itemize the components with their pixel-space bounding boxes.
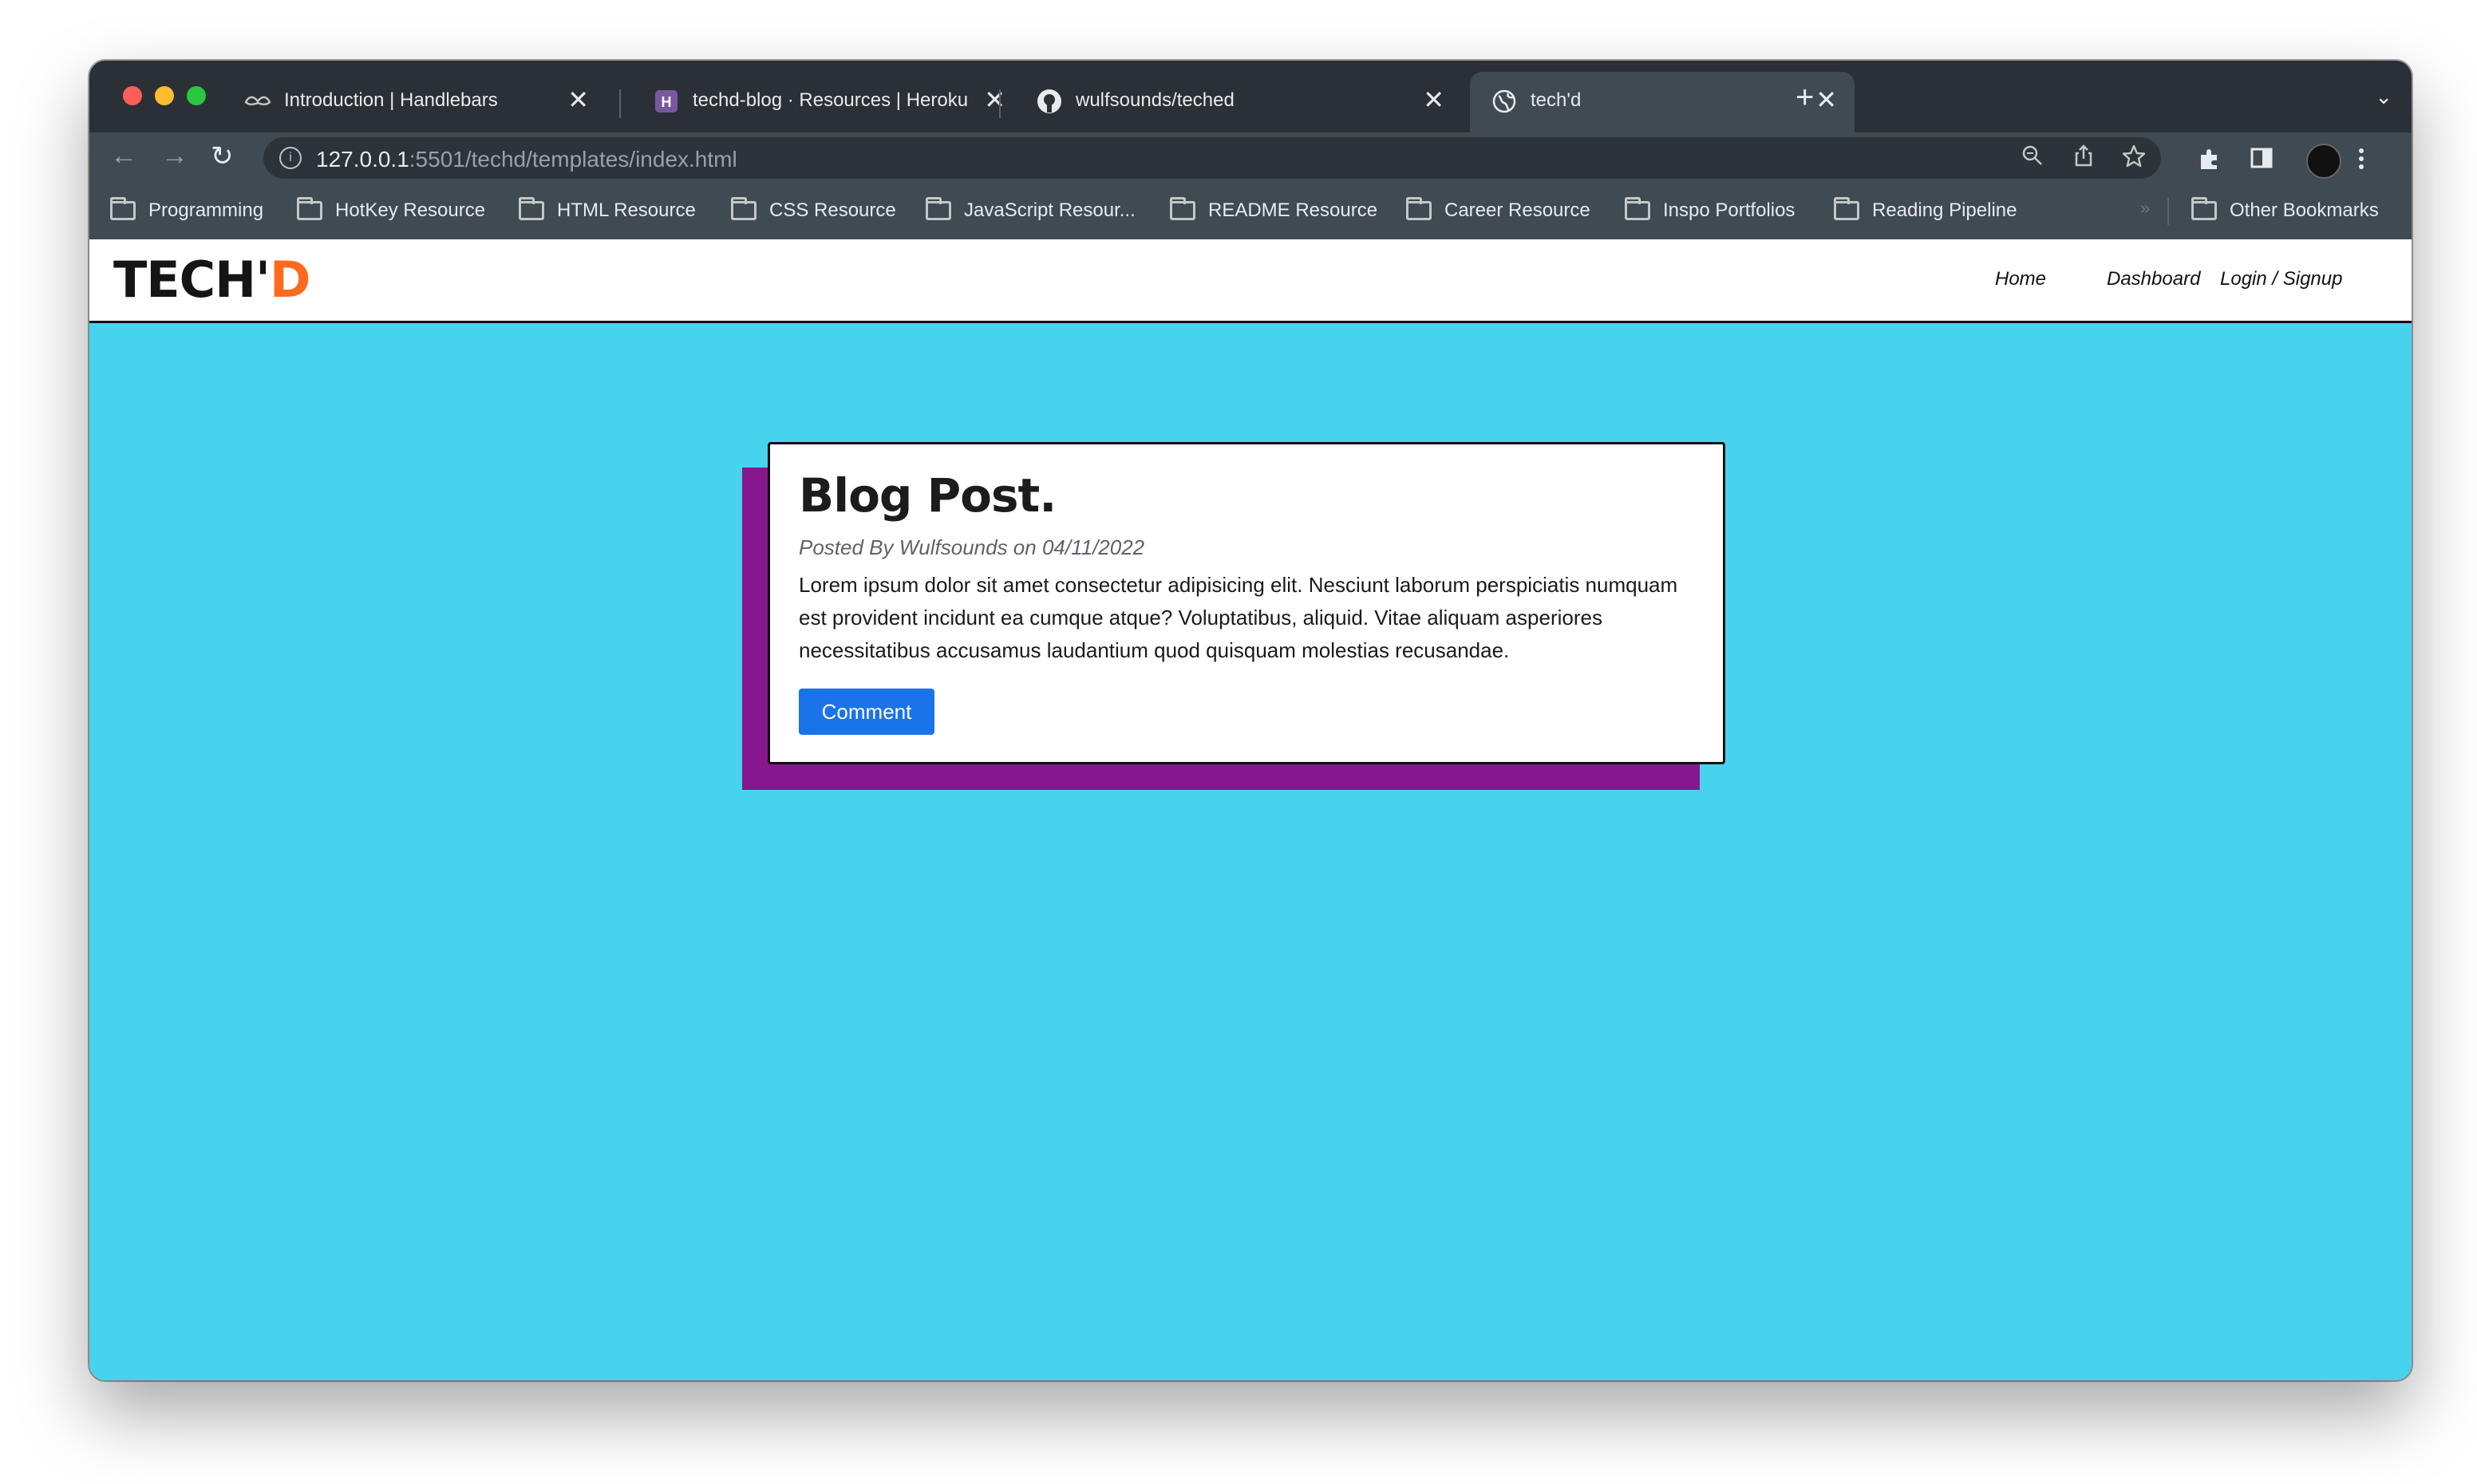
bookmark-folder-reading[interactable]: Reading Pipeline bbox=[1834, 196, 2017, 225]
site-logo[interactable]: TECH'D bbox=[113, 251, 310, 309]
browser-toolbar: ← → ↻ i 127.0.0.1:5501/techd/templates/i… bbox=[89, 132, 2412, 184]
comment-button[interactable]: Comment bbox=[799, 689, 934, 735]
close-window-button[interactable] bbox=[123, 86, 142, 105]
bookmark-folder-other[interactable]: Other Bookmarks bbox=[2191, 196, 2379, 225]
github-icon bbox=[1036, 88, 1063, 115]
logo-accent: D bbox=[270, 251, 310, 309]
url-text: 127.0.0.1:5501/techd/templates/index.htm… bbox=[316, 147, 737, 172]
bookmark-folder-inspo[interactable]: Inspo Portfolios bbox=[1625, 196, 1795, 225]
bookmark-label: Programming bbox=[148, 199, 264, 221]
tab-divider bbox=[999, 89, 1001, 118]
handlebars-mustache-icon bbox=[244, 88, 271, 115]
zoom-magnifier-icon[interactable] bbox=[2021, 144, 2044, 174]
bookmark-label: CSS Resource bbox=[769, 199, 896, 221]
extensions-puzzle-icon[interactable] bbox=[2198, 147, 2222, 177]
site-info-icon[interactable]: i bbox=[279, 147, 302, 169]
tab-title: wulfsounds/teched bbox=[1076, 89, 1235, 111]
more-bookmarks-chevron-icon[interactable]: » bbox=[2140, 198, 2150, 219]
nav-home-link[interactable]: Home bbox=[1995, 268, 2046, 290]
bookmark-label: Inspo Portfolios bbox=[1663, 199, 1796, 221]
tab-strip: Introduction | Handlebars ✕ H techd-blog… bbox=[89, 61, 2412, 132]
side-panel-icon[interactable] bbox=[2250, 147, 2273, 176]
bookmark-folder-javascript[interactable]: JavaScript Resour... bbox=[926, 196, 1136, 225]
profile-avatar[interactable] bbox=[2306, 144, 2341, 179]
svg-text:H: H bbox=[662, 94, 672, 110]
bookmark-label: Reading Pipeline bbox=[1872, 199, 2017, 221]
folder-icon bbox=[2191, 197, 2217, 220]
folder-icon bbox=[731, 197, 757, 220]
site-navbar: TECH'D Home Dashboard Login / Signup bbox=[89, 239, 2412, 323]
blog-post-card: Blog Post. Posted By Wulfsounds on 04/11… bbox=[768, 442, 1725, 764]
url-host: 127.0.0.1 bbox=[316, 147, 409, 172]
url-path: :5501/techd/templates/index.html bbox=[409, 147, 737, 172]
bookmark-label: Career Resource bbox=[1444, 199, 1590, 221]
tab-divider bbox=[619, 89, 621, 118]
logo-text: TECH' bbox=[113, 251, 271, 309]
back-arrow-icon[interactable]: ← bbox=[110, 140, 137, 172]
bookmark-folder-readme[interactable]: README Resource bbox=[1170, 196, 1377, 225]
post-title: Blog Post. bbox=[799, 468, 1057, 523]
bookmark-folder-html[interactable]: HTML Resource bbox=[519, 196, 696, 225]
bookmark-label: README Resource bbox=[1208, 199, 1378, 221]
tab-title: techd-blog · Resources | Heroku bbox=[693, 89, 969, 111]
folder-icon bbox=[1170, 197, 1195, 220]
post-meta: Posted By Wulfsounds on 04/11/2022 bbox=[799, 535, 1145, 559]
post-body: Lorem ipsum dolor sit amet consectetur a… bbox=[799, 573, 1678, 662]
tab-github[interactable]: wulfsounds/teched ✕ bbox=[1015, 72, 1462, 132]
reload-icon[interactable]: ↻ bbox=[211, 140, 234, 172]
folder-icon bbox=[926, 197, 951, 220]
more-menu-icon[interactable] bbox=[2357, 147, 2365, 177]
tab-title: Introduction | Handlebars bbox=[284, 89, 498, 111]
address-bar[interactable]: i 127.0.0.1:5501/techd/templates/index.h… bbox=[263, 137, 2161, 179]
tab-handlebars[interactable]: Introduction | Handlebars ✕ bbox=[223, 72, 606, 132]
share-icon[interactable] bbox=[2072, 144, 2096, 174]
close-tab-icon[interactable]: ✕ bbox=[567, 85, 589, 115]
zoom-window-button[interactable] bbox=[187, 86, 206, 105]
folder-icon bbox=[297, 197, 322, 220]
bookmark-folder-career[interactable]: Career Resource bbox=[1406, 196, 1590, 225]
close-tab-icon[interactable]: ✕ bbox=[984, 85, 1005, 115]
browser-window: Introduction | Handlebars ✕ H techd-blog… bbox=[89, 61, 2412, 1380]
folder-icon bbox=[1834, 197, 1859, 220]
bookmark-label: JavaScript Resour... bbox=[964, 199, 1136, 221]
tab-title: tech'd bbox=[1531, 89, 1582, 111]
new-tab-button[interactable]: + bbox=[1796, 80, 1814, 116]
bookmark-folder-css[interactable]: CSS Resource bbox=[731, 196, 896, 225]
bookmark-label: Other Bookmarks bbox=[2230, 199, 2379, 221]
close-tab-icon[interactable]: ✕ bbox=[1423, 85, 1444, 115]
close-tab-icon[interactable]: ✕ bbox=[1815, 85, 1837, 115]
folder-icon bbox=[1406, 197, 1432, 220]
tab-heroku[interactable]: H techd-blog · Resources | Heroku ✕ bbox=[632, 72, 1023, 132]
bookmark-label: HTML Resource bbox=[557, 199, 696, 221]
bookmarks-bar: Programming HotKey Resource HTML Resourc… bbox=[89, 184, 2412, 239]
bookmark-star-icon[interactable] bbox=[2121, 144, 2147, 176]
folder-icon bbox=[110, 197, 136, 220]
bookmark-divider bbox=[2167, 198, 2169, 225]
folder-icon bbox=[519, 197, 544, 220]
bookmark-folder-programming[interactable]: Programming bbox=[110, 196, 263, 225]
forward-arrow-icon[interactable]: → bbox=[161, 140, 188, 172]
tab-search-chevron-icon[interactable]: ⌄ bbox=[2375, 85, 2392, 109]
heroku-icon: H bbox=[653, 88, 680, 115]
nav-dashboard-link[interactable]: Dashboard bbox=[2107, 268, 2200, 290]
minimize-window-button[interactable] bbox=[155, 86, 174, 105]
bookmark-label: HotKey Resource bbox=[335, 199, 486, 221]
nav-login-signup-link[interactable]: Login / Signup bbox=[2220, 268, 2342, 290]
globe-icon bbox=[1491, 88, 1518, 115]
bookmark-folder-hotkey[interactable]: HotKey Resource bbox=[297, 196, 485, 225]
folder-icon bbox=[1625, 197, 1650, 220]
page-viewport: TECH'D Home Dashboard Login / Signup Blo… bbox=[89, 239, 2412, 1380]
